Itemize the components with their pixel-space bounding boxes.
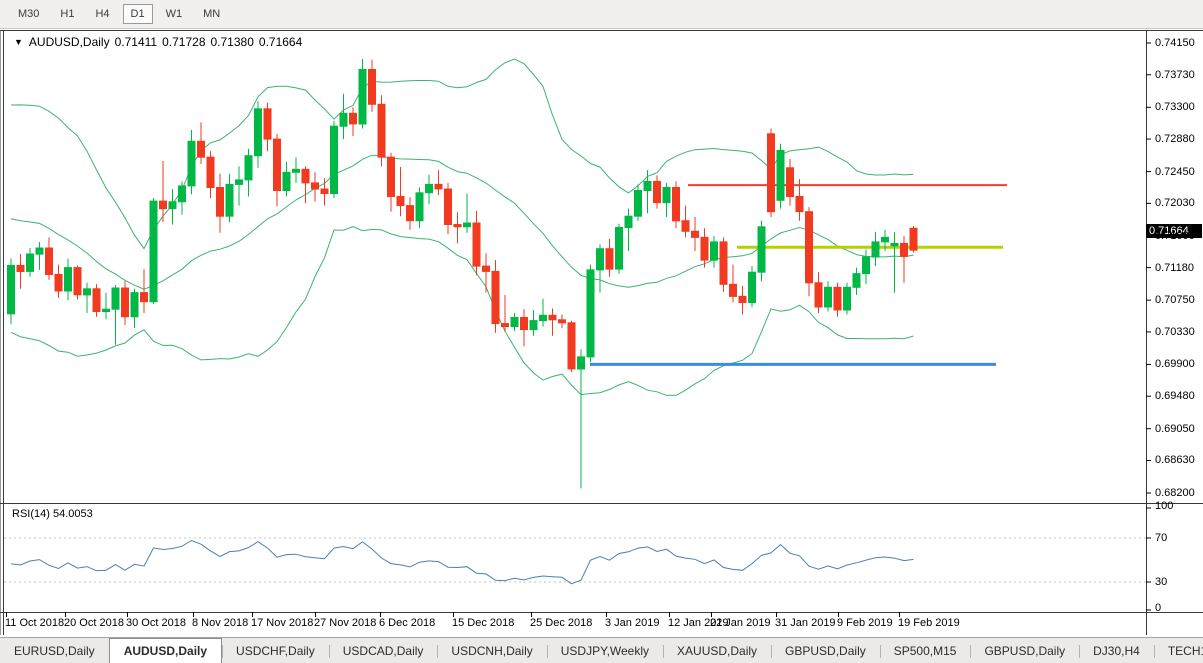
price-chart-canvas[interactable] (0, 30, 1203, 635)
chart-tab-eurusd-daily[interactable]: EURUSD,Daily (0, 640, 109, 663)
price-axis-label: 0.68200 (1155, 487, 1195, 499)
date-axis-label: 6 Dec 2018 (379, 617, 435, 629)
price-axis-label: 0.68630 (1155, 454, 1195, 466)
ohlc-close: 0.71664 (259, 35, 302, 49)
date-axis-label: 17 Nov 2018 (251, 617, 313, 629)
price-axis-label: 0.72030 (1155, 197, 1195, 209)
date-axis-label: 27 Nov 2018 (314, 617, 376, 629)
chart-tab-tech100[interactable]: TECH100 (1154, 640, 1203, 663)
chart-tab-sp500-m15[interactable]: SP500,M15 (880, 640, 971, 663)
price-axis-label: 0.72450 (1155, 166, 1195, 178)
timeframe-button-w1[interactable]: W1 (158, 4, 191, 24)
price-axis-label: 0.73730 (1155, 69, 1195, 81)
date-axis-label: 8 Nov 2018 (192, 617, 248, 629)
candles-layer (8, 59, 918, 489)
chart-tab-xauusd-daily[interactable]: XAUUSD,Daily (663, 640, 771, 663)
price-axis-label: 0.70750 (1155, 294, 1195, 306)
date-axis-label: 25 Dec 2018 (530, 617, 592, 629)
chart-tab-usdcad-daily[interactable]: USDCAD,Daily (329, 640, 438, 663)
chart-tab-usdchf-daily[interactable]: USDCHF,Daily (222, 640, 329, 663)
chart-tab-dj30-h4[interactable]: DJ30,H4 (1079, 640, 1154, 663)
rsi-axis-label: 100 (1155, 500, 1173, 512)
chart-title: ▼ AUDUSD,Daily 0.71411 0.71728 0.71380 0.7166… (14, 35, 307, 49)
timeframe-button-h4[interactable]: H4 (87, 4, 117, 24)
price-axis-label: 0.71600 (1155, 230, 1195, 242)
timeframe-button-d1[interactable]: D1 (123, 4, 153, 24)
price-axis-label: 0.72880 (1155, 133, 1195, 145)
timeframe-button-h1[interactable]: H1 (52, 4, 82, 24)
chart-window[interactable]: ▼ AUDUSD,Daily 0.71411 0.71728 0.71380 0.7166… (0, 30, 1203, 635)
timeframe-button-mn[interactable]: MN (195, 4, 228, 24)
timeframe-toolbar: M30H1H4 D1W1MN (0, 0, 1203, 29)
rsi-line (11, 541, 914, 584)
ohlc-high: 0.71728 (162, 35, 205, 49)
date-axis-label: 15 Dec 2018 (452, 617, 514, 629)
ohlc-low: 0.71380 (211, 35, 254, 49)
chart-tab-bar: EURUSD,DailyAUDUSD,DailyUSDCHF,DailyUSDC… (0, 637, 1203, 663)
date-axis-label: 30 Oct 2018 (126, 617, 186, 629)
date-axis-label: 31 Jan 2019 (775, 617, 836, 629)
rsi-axis-label: 0 (1155, 602, 1161, 614)
price-axis-label: 0.69900 (1155, 358, 1195, 370)
ohlc-open: 0.71411 (115, 35, 158, 49)
date-axis-label: 19 Feb 2019 (898, 617, 960, 629)
date-axis-label: 22 Jan 2019 (710, 617, 771, 629)
chart-tab-usdcnh-daily[interactable]: USDCNH,Daily (437, 640, 546, 663)
date-axis-label: 3 Jan 2019 (605, 617, 659, 629)
price-axis-label: 0.73300 (1155, 101, 1195, 113)
chart-dropdown-icon[interactable]: ▼ (14, 37, 23, 47)
chart-tab-audusd-daily[interactable]: AUDUSD,Daily (109, 638, 222, 663)
chart-symbol-label: AUDUSD,Daily (29, 35, 110, 49)
chart-tab-gbpusd-daily[interactable]: GBPUSD,Daily (771, 640, 880, 663)
price-axis-label: 0.69050 (1155, 423, 1195, 435)
mt4-window: M30H1H4 D1W1MN ▼ AUDUSD,Daily 0.71411 0.7172… (0, 0, 1203, 663)
price-axis-label: 0.74150 (1155, 37, 1195, 49)
chart-tab-usdjpy-weekly[interactable]: USDJPY,Weekly (547, 640, 663, 663)
date-axis-label: 20 Oct 2018 (64, 617, 124, 629)
price-axis-label: 0.71180 (1155, 262, 1194, 274)
date-axis-label: 9 Feb 2019 (837, 617, 893, 629)
price-axis-label: 0.70330 (1155, 326, 1195, 338)
rsi-indicator-label: RSI(14) 54.0053 (12, 508, 93, 520)
bollinger-lower-band (11, 227, 914, 396)
timeframe-button-m30[interactable]: M30 (10, 4, 47, 24)
price-axis-label: 0.69480 (1155, 390, 1195, 402)
rsi-axis-label: 30 (1155, 576, 1167, 588)
date-axis-label: 11 Oct 2018 (5, 617, 64, 629)
rsi-axis-label: 70 (1155, 532, 1167, 544)
chart-tab-gbpusd-daily[interactable]: GBPUSD,Daily (970, 640, 1079, 663)
